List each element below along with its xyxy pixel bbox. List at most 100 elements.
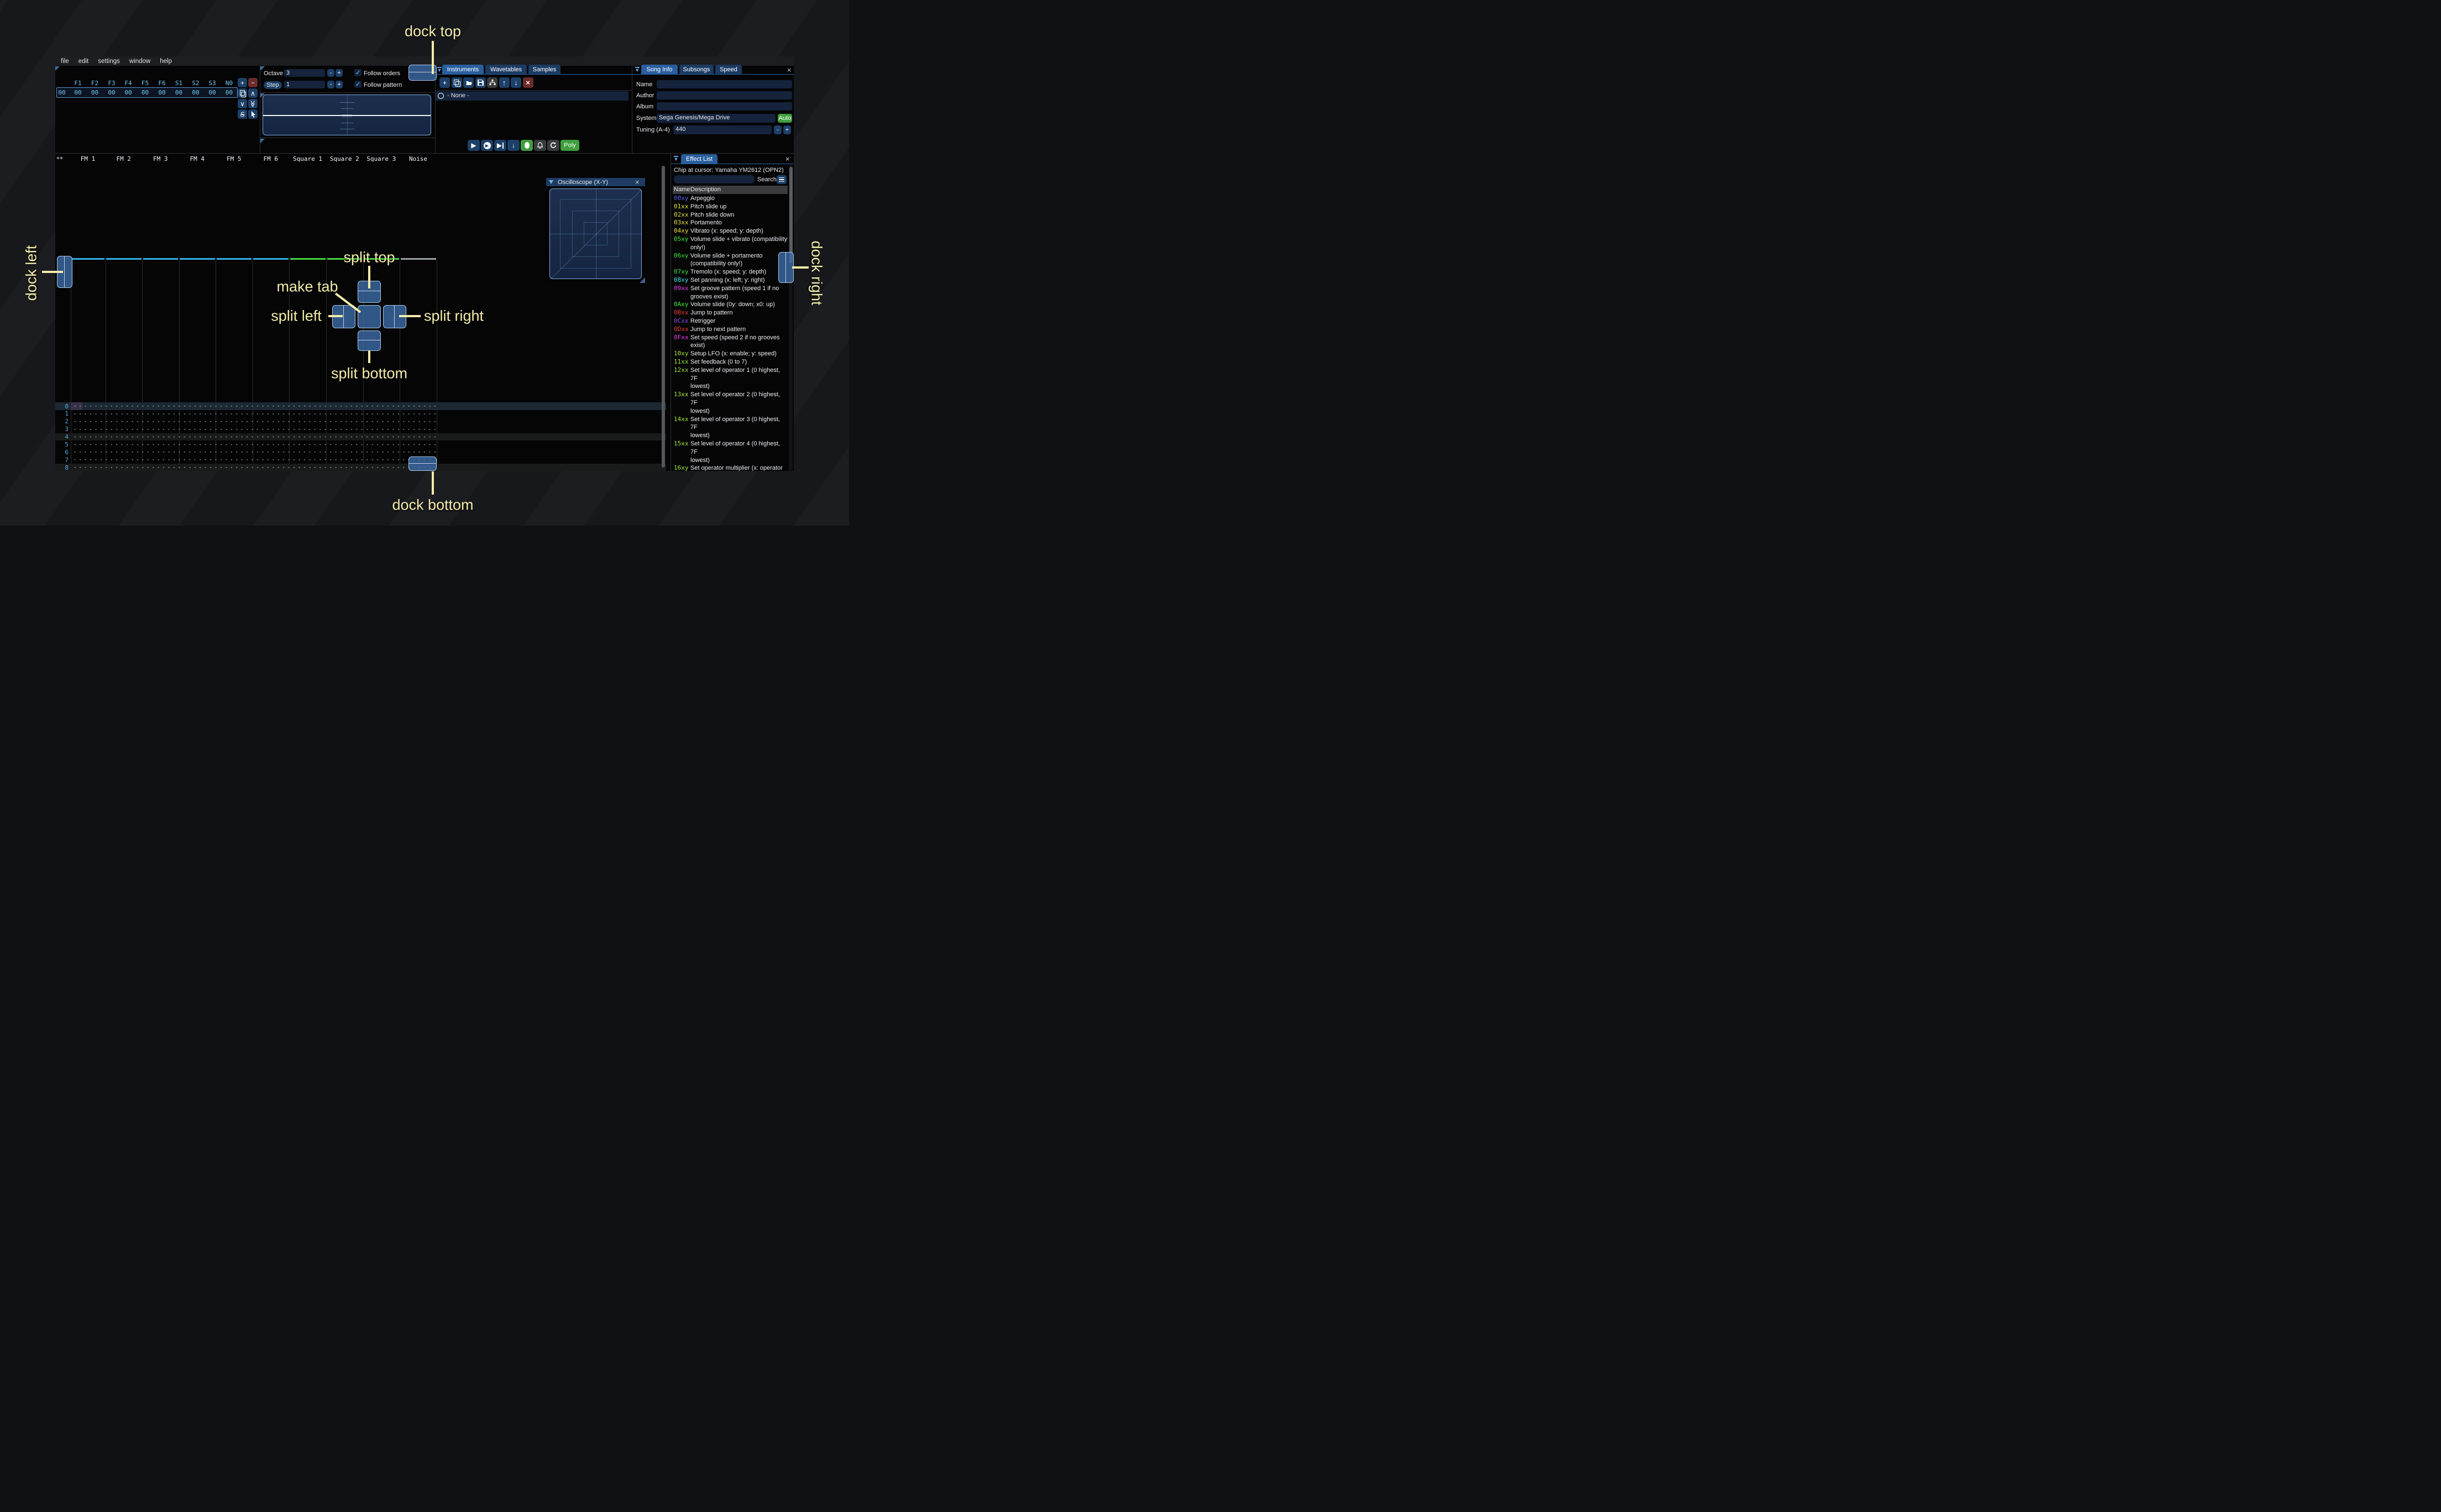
dock-bottom-handle[interactable]: [408, 456, 437, 471]
step-input[interactable]: 1: [284, 81, 325, 88]
effect-list-row[interactable]: 04xy Vibrato (x: speed; y: depth): [671, 227, 790, 235]
tuning-minus-button[interactable]: -: [774, 125, 782, 134]
pattern-row[interactable]: 0: [55, 402, 666, 410]
order-cell[interactable]: 00: [88, 89, 102, 96]
effect-list-row[interactable]: 03xx Portamento: [671, 219, 790, 227]
pattern-row[interactable]: 4: [55, 433, 666, 441]
collapse-icon[interactable]: ▼: [673, 156, 679, 162]
pattern-row[interactable]: 1: [55, 410, 666, 418]
split-top-handle[interactable]: [358, 281, 381, 303]
auto-system-button[interactable]: Auto: [778, 114, 792, 123]
order-cell[interactable]: 00: [223, 89, 236, 96]
tuning-plus-button[interactable]: +: [783, 125, 791, 134]
move-order-down[interactable]: ∨: [238, 99, 247, 108]
menu-item-window[interactable]: window: [129, 58, 150, 65]
move-order-up[interactable]: ∧: [248, 88, 258, 98]
pattern-scrollbar[interactable]: [662, 166, 665, 468]
pattern-row[interactable]: 5: [55, 440, 666, 449]
follow-pattern-checkbox[interactable]: ✓: [354, 81, 362, 88]
system-input[interactable]: Sega Genesis/Mega Drive: [657, 114, 776, 123]
effect-list-row[interactable]: 13xx Set level of operator 2 (0 highest, …: [671, 391, 790, 415]
channel-header-fm-5[interactable]: FM 5: [216, 155, 253, 162]
effect-list-scrollbar[interactable]: [789, 165, 793, 471]
dock-top-handle[interactable]: [408, 65, 437, 81]
oscilloscope-xy-window[interactable]: Oscilloscope (X-Y) ×: [546, 178, 645, 283]
order-cell[interactable]: 00: [155, 89, 169, 96]
tab-wavetables[interactable]: Wavetables: [485, 65, 527, 74]
effect-search-input[interactable]: [674, 175, 755, 183]
duplicate-order-to-end[interactable]: ≫: [248, 99, 258, 108]
tab-effect-list[interactable]: Effect List: [681, 154, 718, 164]
pattern-row[interactable]: 3: [55, 425, 666, 433]
add-instrument[interactable]: +: [439, 77, 450, 88]
effect-list-row[interactable]: 08xy Set panning (x: left; y: right): [671, 276, 790, 285]
effect-list-row[interactable]: 01xx Pitch slide up: [671, 203, 790, 211]
channel-header-fm-1[interactable]: FM 1: [71, 155, 106, 162]
effect-list-row[interactable]: 11xx Set feedback (0 to 7): [671, 358, 790, 366]
collapse-icon[interactable]: [549, 180, 553, 184]
move-instrument-down[interactable]: ↓: [511, 77, 521, 88]
effect-list-row[interactable]: 14xx Set level of operator 3 (0 highest, …: [671, 416, 790, 440]
name-input[interactable]: [657, 80, 792, 88]
order-select-mode[interactable]: [248, 109, 258, 119]
effect-list-row[interactable]: 09xx Set groove pattern (speed 1 if no gro…: [671, 285, 790, 301]
pattern-row[interactable]: 2: [55, 417, 666, 426]
effect-list-row[interactable]: 10xy Setup LFO (x: enable; y: speed): [671, 350, 790, 358]
order-cell[interactable]: 00: [105, 89, 118, 96]
tab-speed[interactable]: Speed: [715, 65, 742, 74]
effect-list-row[interactable]: 0Axy Volume slide (0y: down; x0: up): [671, 301, 790, 309]
resize-grip[interactable]: [640, 277, 645, 283]
open-instrument[interactable]: [463, 77, 474, 88]
dock-left-handle[interactable]: [57, 256, 72, 288]
order-cell[interactable]: 00: [172, 89, 186, 96]
author-input[interactable]: [657, 91, 792, 99]
split-left-handle[interactable]: [332, 305, 355, 328]
effect-list-row[interactable]: 0Bxx Jump to pattern: [671, 309, 790, 317]
split-bottom-handle[interactable]: [358, 330, 381, 351]
octave-minus-button[interactable]: -: [327, 69, 334, 77]
channel-header-fm-3[interactable]: FM 3: [142, 155, 179, 162]
effect-list-row[interactable]: 00xy Arpeggio: [671, 195, 790, 203]
order-cell[interactable]: 00: [71, 89, 85, 96]
tab-instruments[interactable]: Instruments: [442, 65, 484, 74]
pattern-row[interactable]: 8: [55, 464, 666, 471]
step-plus-button[interactable]: +: [336, 81, 343, 88]
channel-header-square-3[interactable]: Square 3: [363, 155, 400, 162]
dock-right-handle[interactable]: [778, 252, 794, 283]
order-cell[interactable]: 00: [139, 89, 152, 96]
split-right-handle[interactable]: [383, 305, 406, 328]
channel-header-square-2[interactable]: Square 2: [326, 155, 363, 162]
close-icon[interactable]: ×: [785, 155, 790, 162]
order-change-all[interactable]: S: [238, 109, 247, 119]
delete-instrument[interactable]: ×: [522, 77, 533, 88]
save-instrument[interactable]: [475, 77, 486, 88]
tab-samples[interactable]: Samples: [528, 65, 561, 74]
effect-list-row[interactable]: 07xy Tremolo (x: speed; y: depth): [671, 268, 790, 276]
scrollbar-thumb[interactable]: [789, 167, 793, 263]
tab-song-info[interactable]: Song Info: [641, 65, 678, 74]
order-cell[interactable]: 00: [122, 89, 135, 96]
close-icon[interactable]: ×: [787, 66, 792, 74]
follow-orders-checkbox[interactable]: ✓: [354, 69, 362, 76]
effect-list-row[interactable]: 06xy Volume slide + portamento (compatibil…: [671, 252, 790, 269]
move-instrument-up[interactable]: ↑: [499, 77, 510, 88]
add-order[interactable]: +: [238, 78, 247, 87]
menu-item-file[interactable]: file: [61, 58, 69, 65]
order-cell[interactable]: 00: [206, 89, 219, 96]
channel-header-fm-6[interactable]: FM 6: [253, 155, 290, 162]
make-tab-handle[interactable]: [358, 305, 381, 328]
duplicate-instrument[interactable]: [451, 77, 462, 88]
channel-header-square-1[interactable]: Square 1: [289, 155, 326, 162]
octave-input[interactable]: 3: [284, 69, 325, 77]
instrument-list-item[interactable]: - None -: [436, 91, 628, 101]
duplicate-order[interactable]: [238, 88, 247, 98]
pattern-row[interactable]: 6: [55, 448, 666, 456]
effect-list-row[interactable]: 12xx Set level of operator 1 (0 highest, …: [671, 366, 790, 391]
instrument-folders[interactable]: [487, 77, 497, 88]
pattern-row[interactable]: 7: [55, 456, 666, 464]
album-input[interactable]: [657, 102, 792, 111]
effect-list-row[interactable]: 15xx Set level of operator 4 (0 highest, …: [671, 440, 790, 464]
effect-list-row[interactable]: 16xy Set operator multiplier (x: operator…: [671, 464, 790, 471]
effect-list-row[interactable]: 0Cxx Retrigger: [671, 317, 790, 326]
effect-list-row[interactable]: 02xx Pitch slide down: [671, 211, 790, 219]
